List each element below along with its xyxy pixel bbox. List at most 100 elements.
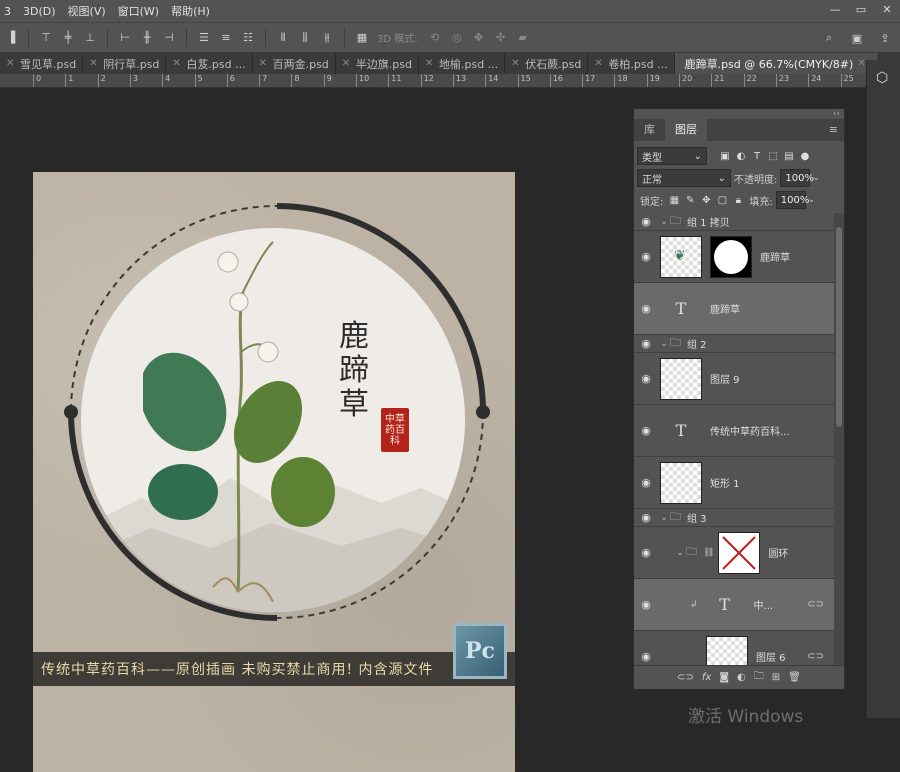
menu-item-window[interactable]: 窗口(W) <box>114 3 167 19</box>
layer-row[interactable]: ◉ 图层 9 <box>634 353 834 405</box>
trash-icon[interactable]: 🗑︎ <box>788 672 801 683</box>
distribute-center-icon[interactable]: ≡ <box>215 27 237 49</box>
doc-tab[interactable]: ✕ 雪见草.psd <box>0 53 84 74</box>
visibility-eye-icon[interactable]: ◉ <box>634 372 658 385</box>
auto-align-icon[interactable]: ▦ <box>351 27 373 49</box>
align-vertical-center-icon[interactable]: ╪ <box>57 27 79 49</box>
doc-tab[interactable]: ✕ 半边旗.psd <box>336 53 419 74</box>
filter-shape-icon[interactable]: ⬚ <box>765 148 781 164</box>
fx-icon[interactable]: fx <box>702 672 711 683</box>
link-icon[interactable]: ⛓ <box>703 548 714 558</box>
lock-all-icon[interactable]: 🔒︎ <box>730 192 746 208</box>
chevron-down-icon[interactable]: ⌄ <box>808 195 816 205</box>
share-icon[interactable]: ⇪ <box>874 27 896 49</box>
distribute-left-icon[interactable]: ⫴ <box>272 27 294 49</box>
link-icon[interactable]: ⊂⊃ <box>807 651 824 662</box>
distribute-right-icon[interactable]: ⫵ <box>316 27 338 49</box>
lock-image-icon[interactable]: ✎ <box>682 192 698 208</box>
slide-3d-icon[interactable]: ✣ <box>490 27 512 49</box>
visibility-eye-icon[interactable]: ◉ <box>634 511 658 524</box>
visibility-eye-icon[interactable]: ◉ <box>634 337 658 350</box>
visibility-eye-icon[interactable]: ◉ <box>634 598 658 611</box>
panel-menu-icon[interactable]: ≡ <box>829 123 838 136</box>
doc-tab[interactable]: ✕ 阴行草.psd <box>83 53 167 74</box>
close-icon[interactable]: ✕ <box>511 58 519 69</box>
opacity-input[interactable]: 100% <box>780 169 814 187</box>
visibility-eye-icon[interactable]: ◉ <box>634 215 658 228</box>
visibility-eye-icon[interactable]: ◉ <box>634 250 658 263</box>
doc-tab[interactable]: ✕ 伏石蕨.psd <box>505 53 589 74</box>
chevron-down-icon[interactable]: ⌄ <box>812 173 820 183</box>
lock-artboard-icon[interactable]: ▢ <box>714 192 730 208</box>
chevron-down-icon[interactable]: ⌄ <box>658 217 670 227</box>
minimize-button[interactable]: — <box>822 0 848 18</box>
close-icon[interactable]: ✕ <box>172 58 180 69</box>
chevron-down-icon[interactable]: ⌄ <box>658 339 670 349</box>
close-icon[interactable]: ✕ <box>89 58 97 69</box>
close-icon[interactable]: ✕ <box>857 58 865 69</box>
visibility-eye-icon[interactable]: ◉ <box>634 546 658 559</box>
roll-3d-icon[interactable]: ◎ <box>446 27 468 49</box>
lock-transparent-icon[interactable]: ▦ <box>666 192 682 208</box>
doc-tab[interactable]: ✕ 卷柏.psd ... <box>588 53 675 74</box>
close-icon[interactable]: ✕ <box>259 58 267 69</box>
visibility-eye-icon[interactable]: ◉ <box>634 424 658 437</box>
workspace-icon[interactable]: ▣ <box>846 27 868 49</box>
scale-3d-icon[interactable]: ▰ <box>512 27 534 49</box>
layer-row-selected[interactable]: ◉ ↲ T 中... ⊂⊃ <box>634 579 834 631</box>
distribute-top-icon[interactable]: ☰ <box>193 27 215 49</box>
filter-toggle-icon[interactable]: ● <box>797 148 813 164</box>
3d-cube-icon[interactable]: ⬡ <box>876 70 888 86</box>
align-top-icon[interactable]: ⊤ <box>35 27 57 49</box>
link-icon[interactable]: ⊂⊃ <box>807 599 824 610</box>
menu-item-view[interactable]: 视图(V) <box>64 3 114 19</box>
visibility-eye-icon[interactable]: ◉ <box>634 302 658 315</box>
close-icon[interactable]: ✕ <box>425 58 433 69</box>
doc-tab[interactable]: ✕ 百两金.psd <box>253 53 336 74</box>
align-bottom-icon[interactable]: ⊥ <box>79 27 101 49</box>
new-layer-icon[interactable]: ⊞ <box>772 672 780 683</box>
search-icon[interactable]: ⌕ <box>818 27 840 49</box>
align-right-icon[interactable]: ⊣ <box>158 27 180 49</box>
orbit-3d-icon[interactable]: ⟲ <box>424 27 446 49</box>
layer-row[interactable]: ◉ ⌄ 🗀︎ ⛓ 圆环 <box>634 527 834 579</box>
new-group-icon[interactable]: 🗀︎ <box>754 669 764 686</box>
drag-3d-icon[interactable]: ✥ <box>468 27 490 49</box>
filter-text-icon[interactable]: T <box>749 148 765 164</box>
align-left-edges-icon[interactable]: ▐ <box>0 27 22 49</box>
align-left-icon[interactable]: ⊢ <box>114 27 136 49</box>
chevron-down-icon[interactable]: ⌄ <box>658 513 670 523</box>
layer-row[interactable]: ◉ ⌄ 🗀︎ 组 1 拷贝 <box>634 213 834 231</box>
layer-row[interactable]: ◉ 矩形 1 <box>634 457 834 509</box>
adjustment-layer-icon[interactable]: ◐ <box>737 672 746 683</box>
layer-row[interactable]: ◉ ⌄ 🗀︎ 组 3 <box>634 509 834 527</box>
lock-position-icon[interactable]: ✥ <box>698 192 714 208</box>
distribute-bottom-icon[interactable]: ☷ <box>237 27 259 49</box>
blend-mode-select[interactable]: 正常 ⌄ <box>637 169 731 187</box>
layer-mask-thumbnail[interactable] <box>710 235 752 278</box>
visibility-eye-icon[interactable]: ◉ <box>634 476 658 489</box>
menu-item-3[interactable]: 3 <box>0 5 19 18</box>
doc-tab-active[interactable]: 鹿蹄草.psd @ 66.7%(CMYK/8#) ✕ <box>674 53 879 74</box>
add-mask-icon[interactable]: ◙ <box>719 672 729 683</box>
restore-button[interactable]: ▭ <box>848 0 874 18</box>
close-icon[interactable]: ✕ <box>6 58 14 69</box>
layer-row[interactable]: ◉ ⌄ 🗀︎ 组 2 <box>634 335 834 353</box>
close-icon[interactable]: ✕ <box>342 58 350 69</box>
menu-item-3d[interactable]: 3D(D) <box>19 5 64 18</box>
filter-adjustment-icon[interactable]: ◐ <box>733 148 749 164</box>
artboard[interactable]: 鹿蹄草 中草药百科 传统中草药百科——原创插画 未购买禁止商用! 内含源文件 P… <box>33 172 515 772</box>
fill-input[interactable]: 100% <box>775 191 809 209</box>
layer-row[interactable]: ◉ T 传统中草药百科... <box>634 405 834 457</box>
distribute-hcenter-icon[interactable]: ⫼ <box>294 27 316 49</box>
layer-mask-thumbnail[interactable] <box>718 531 761 574</box>
menu-item-help[interactable]: 帮助(H) <box>167 3 218 19</box>
layer-row-selected[interactable]: ◉ T 鹿蹄草 <box>634 283 834 335</box>
close-window-button[interactable]: ✕ <box>874 0 900 18</box>
link-layers-icon[interactable]: ⊂⊃ <box>677 672 694 683</box>
align-horizontal-center-icon[interactable]: ╫ <box>136 27 158 49</box>
visibility-eye-icon[interactable]: ◉ <box>634 650 658 663</box>
doc-tab[interactable]: ✕ 白芨.psd ... <box>166 53 253 74</box>
tab-layers[interactable]: 图层 <box>665 119 707 141</box>
filter-kind-select[interactable]: 类型 ⌄ <box>637 147 707 165</box>
